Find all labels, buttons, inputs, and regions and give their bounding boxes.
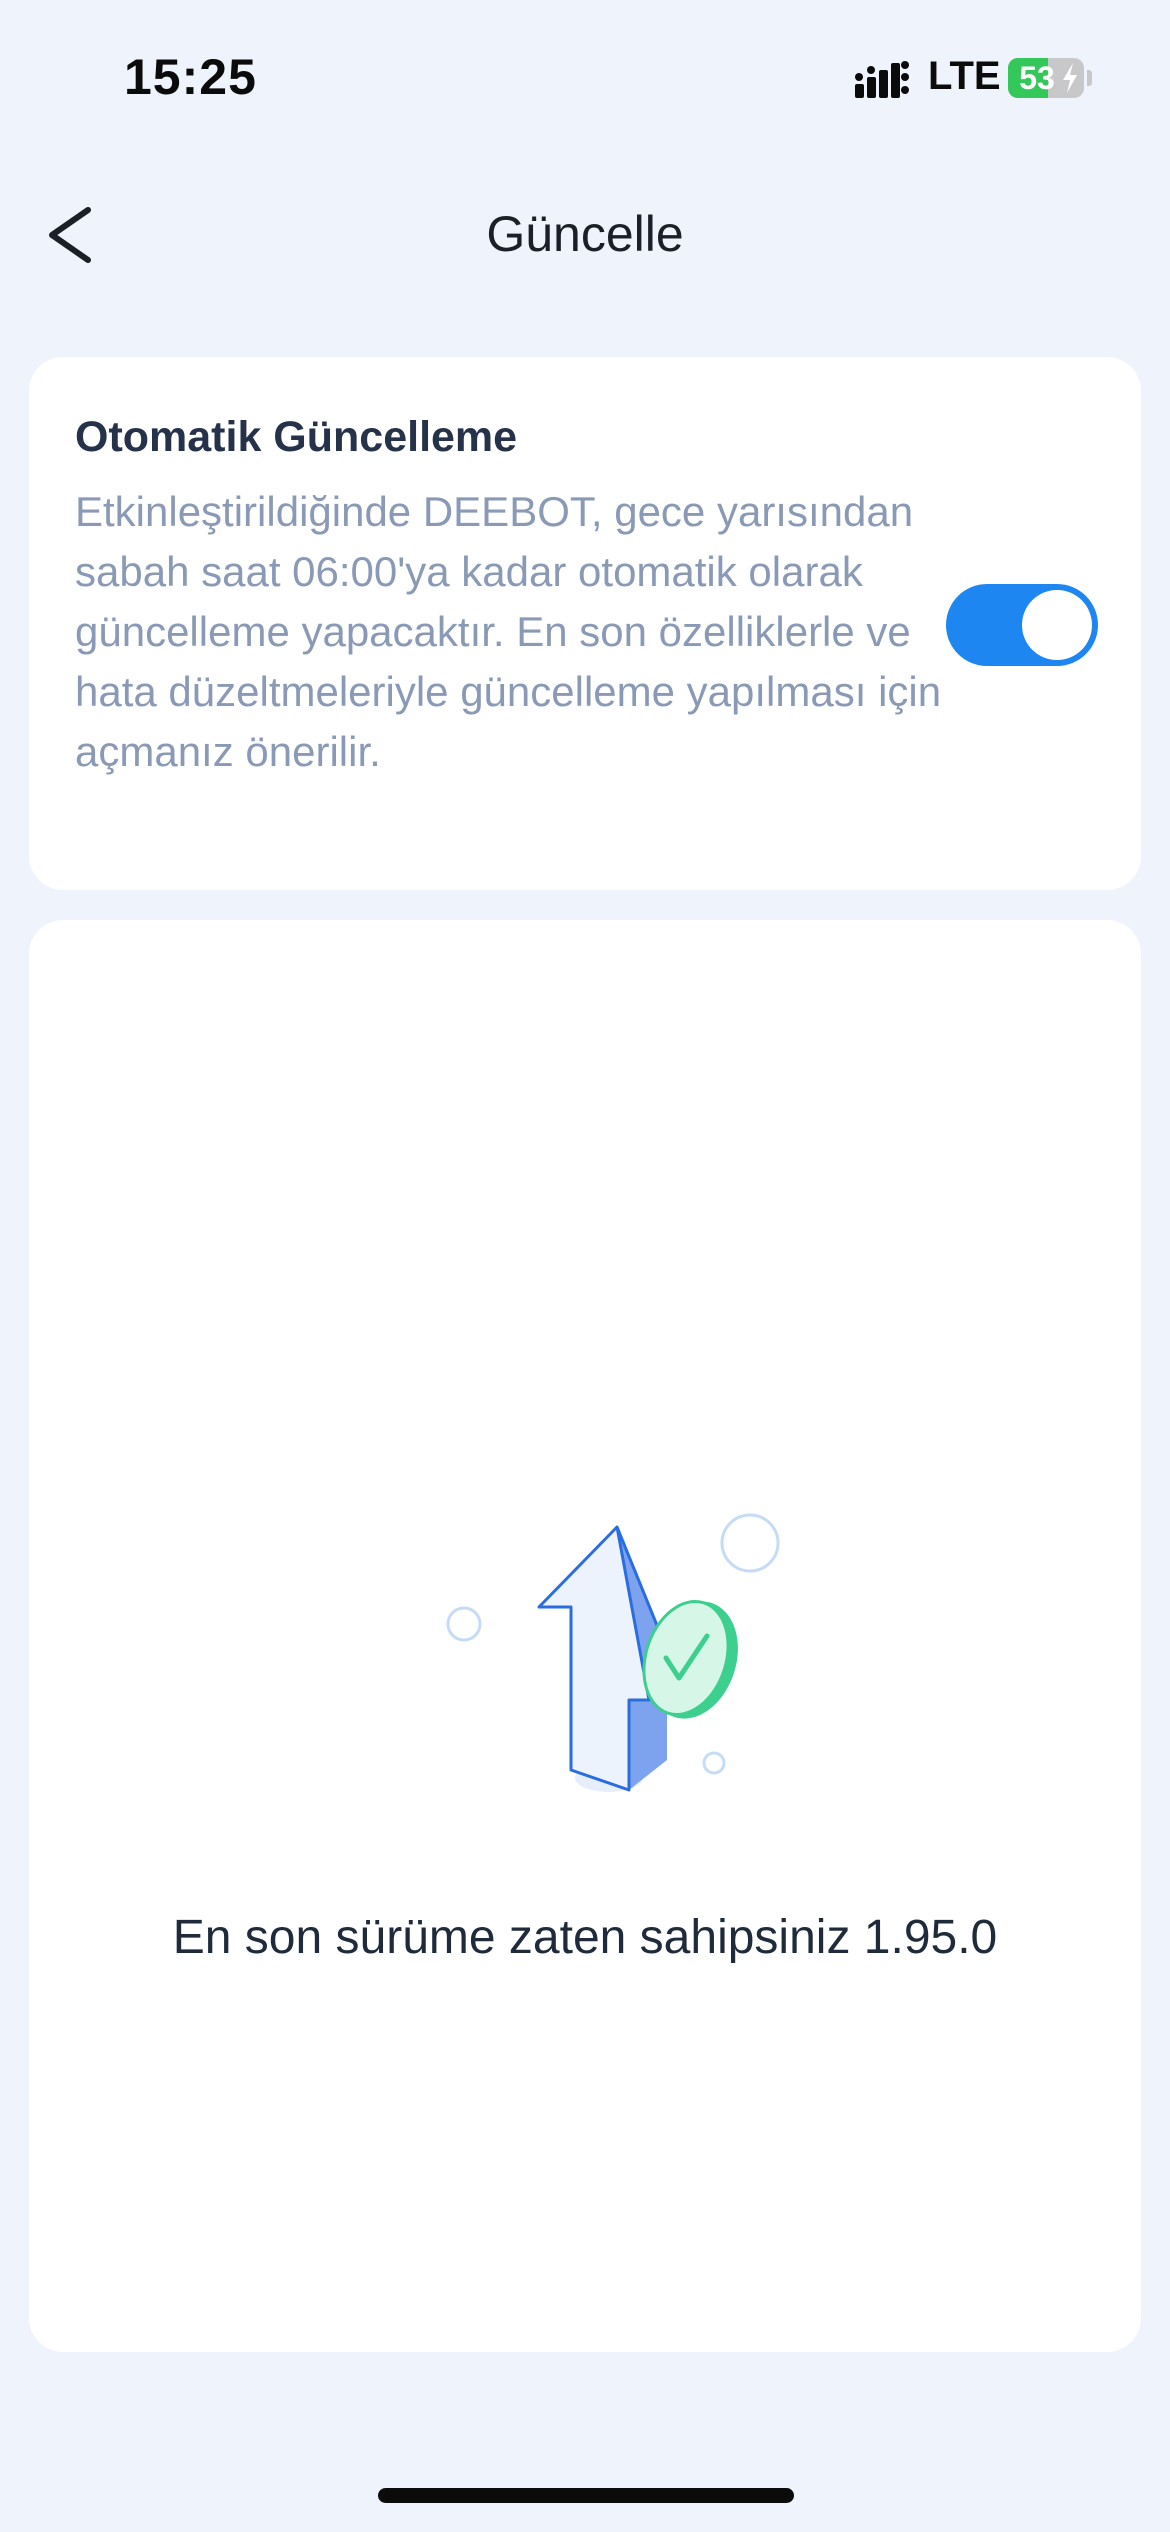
battery-percent: 53 [1019, 60, 1055, 96]
signal-icon [855, 61, 909, 98]
network-type: LTE [928, 54, 1001, 98]
battery-icon: 53 [1008, 58, 1084, 98]
toggle-knob [1022, 590, 1092, 660]
auto-update-toggle[interactable] [946, 584, 1098, 666]
status-time: 15:25 [124, 49, 257, 105]
upload-arrow-check-icon [446, 1513, 780, 1792]
status-bar: 15:25 LTE 53 [0, 0, 1170, 150]
nav-header: Güncelle [0, 180, 1170, 290]
update-status-card: En son sürüme zaten sahipsiniz 1.95.0 [29, 920, 1141, 2352]
home-indicator[interactable] [378, 2488, 794, 2503]
page-title: Güncelle [486, 206, 684, 262]
auto-update-description: Etkinleştirildiğinde DEEBOT, gece yarısı… [75, 488, 942, 775]
auto-update-title: Otomatik Güncelleme [75, 413, 518, 461]
latest-version-message: En son sürüme zaten sahipsiniz 1.95.0 [172, 1911, 998, 1964]
auto-update-card: Otomatik Güncelleme Etkinleştirildiğinde… [29, 357, 1141, 890]
battery-nub [1087, 70, 1092, 86]
charging-bolt-icon [1063, 63, 1077, 93]
